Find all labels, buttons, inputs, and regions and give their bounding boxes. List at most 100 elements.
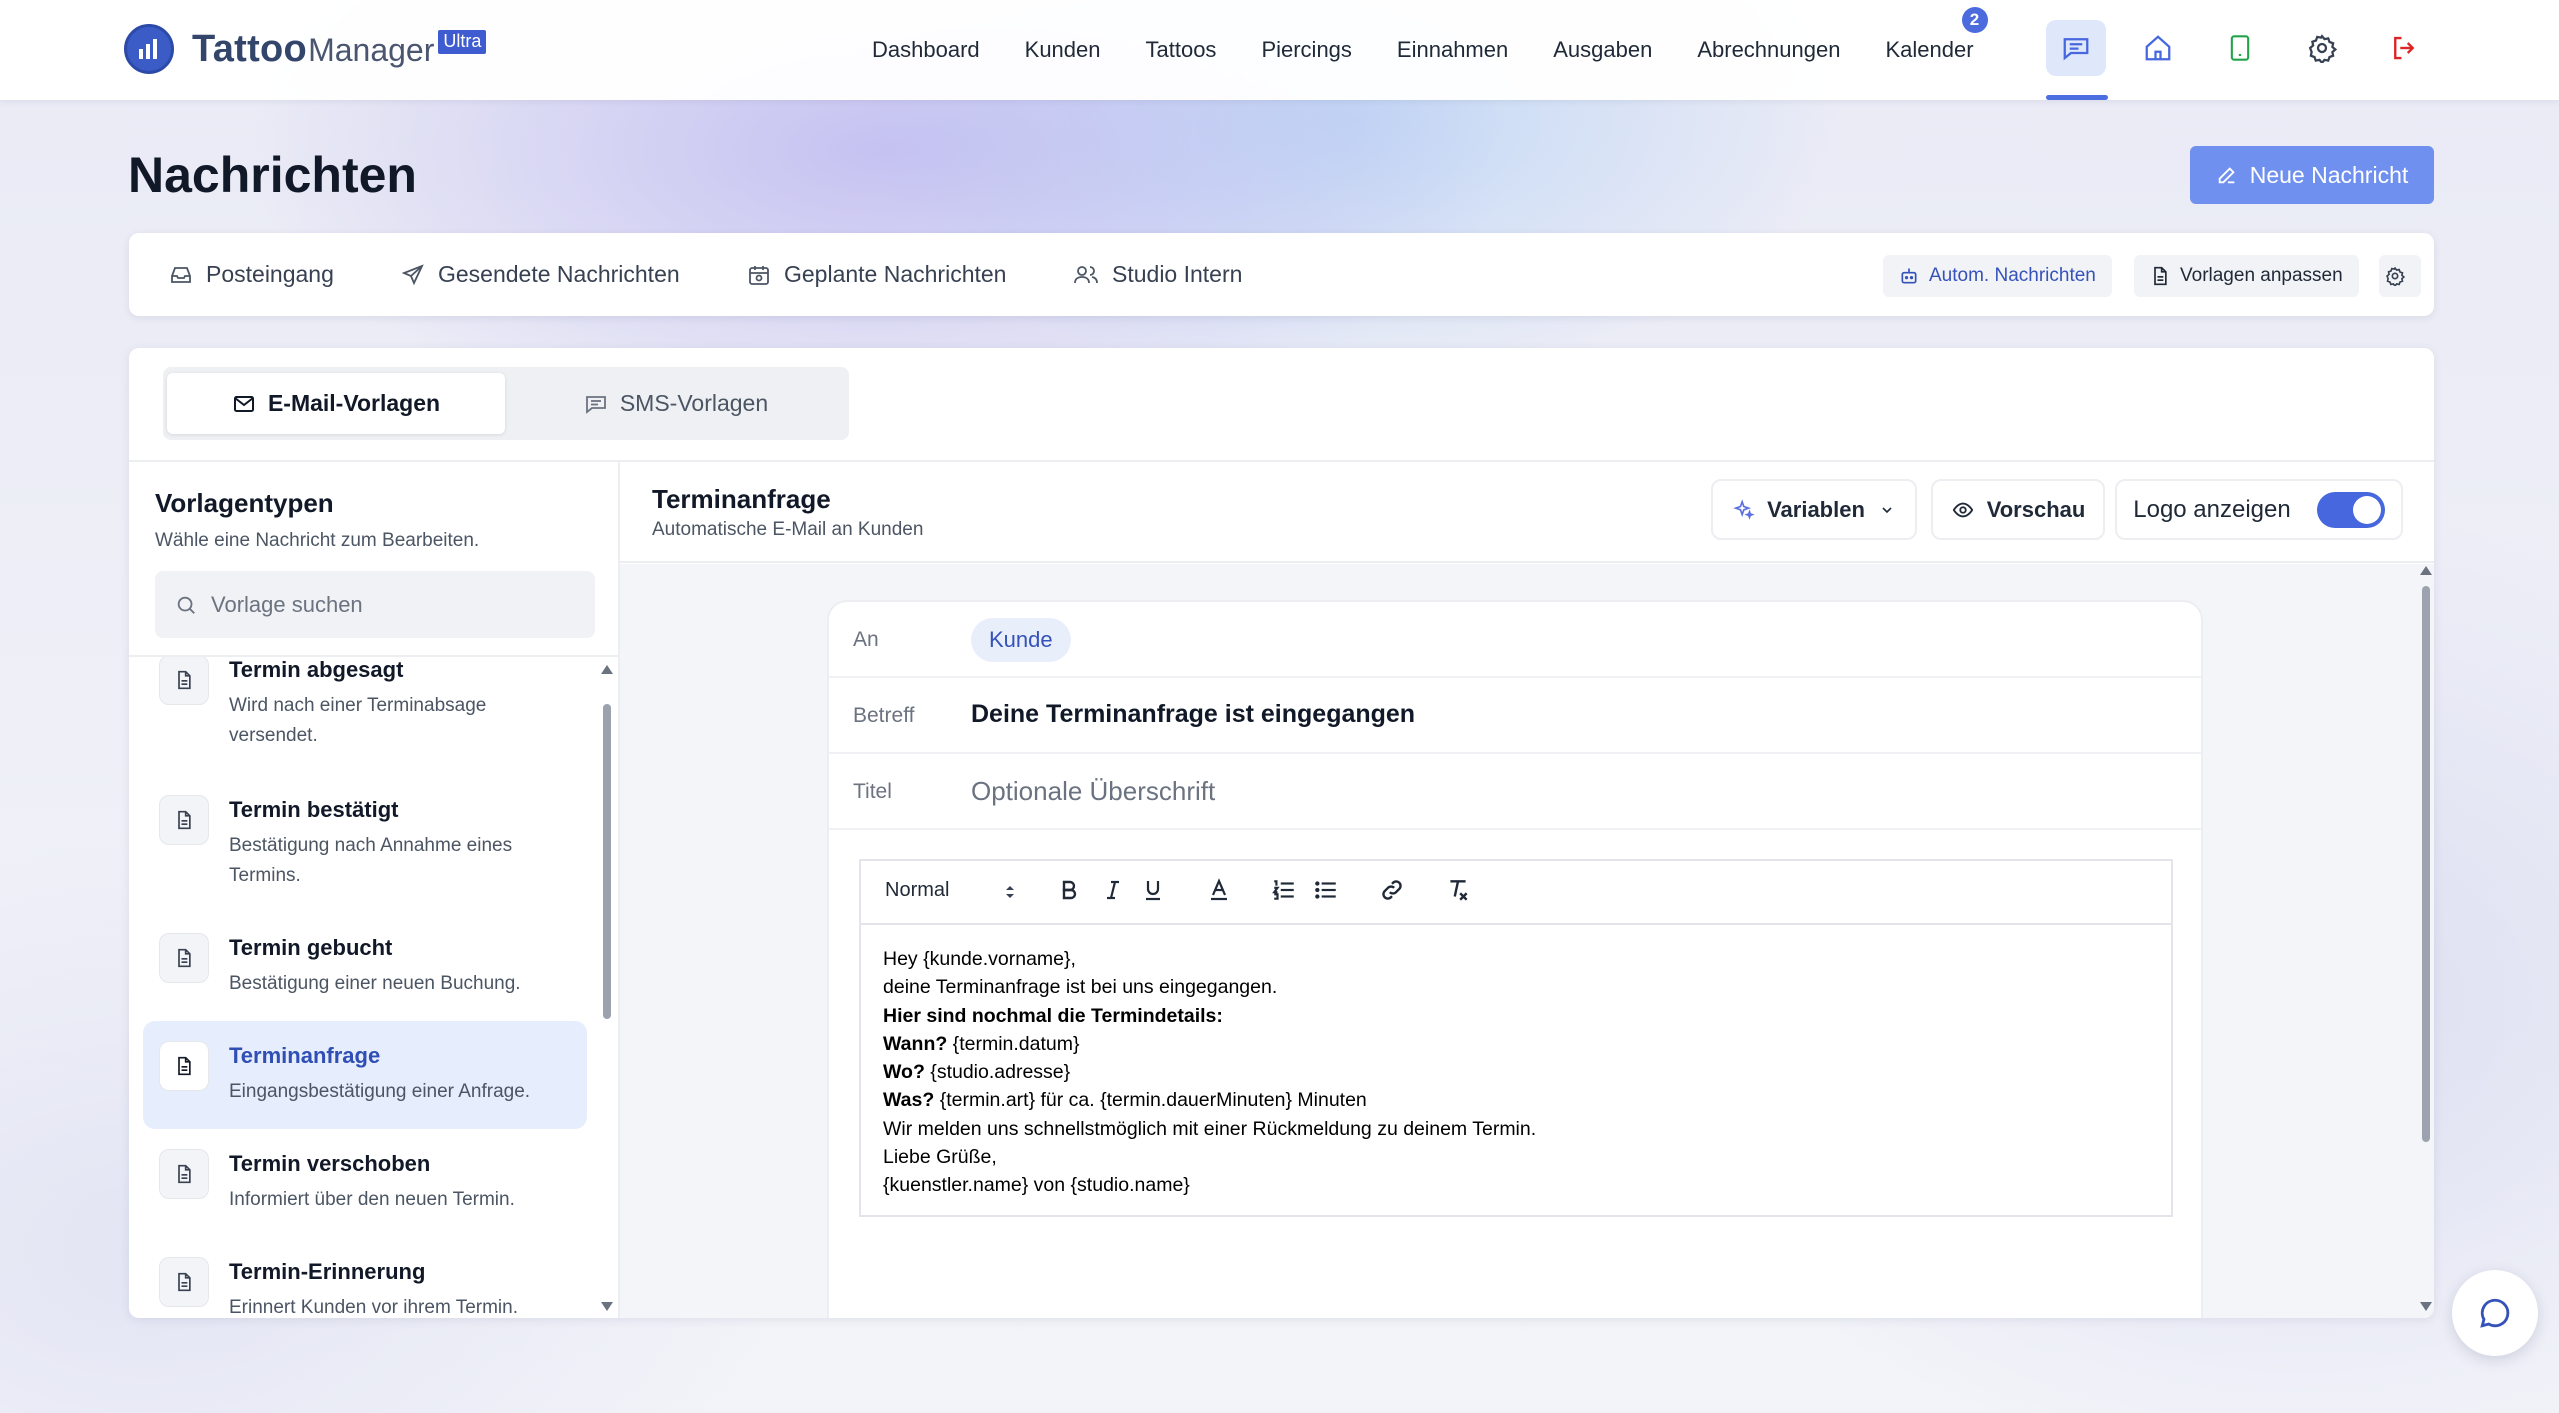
gear-icon[interactable] [2292,20,2352,76]
list-item-termin-gebucht[interactable]: Termin gebucht Bestätigung einer neuen B… [143,913,587,1021]
template-search [155,571,595,638]
send-icon [401,263,424,285]
scroll-up-arrow[interactable] [601,665,613,674]
auto-messages-label: Autom. Nachrichten [1929,265,2096,286]
recipient-row: An Kunde [829,602,2201,678]
nav-tattoos[interactable]: Tattoos [1146,37,1217,63]
logo-text-manager: Manager [308,31,435,68]
users-icon [1074,265,1098,283]
underline-icon[interactable] [1141,877,1165,908]
support-chat-button[interactable] [2452,1270,2538,1356]
list-item-termin-abgesagt[interactable]: Termin abgesagt Wird nach einer Terminab… [143,657,587,775]
calendar-count-badge: 2 [1961,7,1988,33]
format-select[interactable]: Normal [885,879,1014,902]
tab-studio-intern[interactable]: Studio Intern [1073,233,1242,316]
list-item-termin-erinnerung[interactable]: Termin-Erinnerung Erinnert Kunden vor ih… [143,1237,587,1318]
tab-geplante-label: Geplante Nachrichten [784,261,1007,287]
scrollbar-thumb[interactable] [2422,586,2430,1142]
logo-toggle-label: Logo anzeigen [2133,495,2291,523]
when-label: Wann? [883,1032,948,1055]
list-item-terminanfrage[interactable]: Terminanfrage Eingangsbestätigung einer … [143,1021,587,1129]
tab-settings-button[interactable] [2379,255,2421,297]
sms-templates-tab[interactable]: SMS-Vorlagen [507,373,845,434]
chat-bubble-icon [2480,1298,2510,1328]
bold-icon[interactable] [1057,877,1081,908]
tab-posteingang[interactable]: Posteingang [169,233,334,316]
document-icon [159,795,209,845]
email-templates-tab[interactable]: E-Mail-Vorlagen [167,373,505,434]
email-body[interactable]: Hey {kunde.vorname}, deine Terminanfrage… [883,945,1536,1200]
list-item-desc: Eingangsbestätigung einer Anfrage. [229,1081,531,1102]
scroll-down-arrow[interactable] [2420,1302,2432,1311]
logo-toggle-control: Logo anzeigen [2115,479,2403,540]
search-input[interactable] [211,591,571,618]
tab-gesendete[interactable]: Gesendete Nachrichten [401,233,680,316]
preview-label: Vorschau [1986,496,2086,522]
list-scrollbar[interactable] [600,657,614,1318]
editor-toolbar: Normal [861,861,2171,925]
ordered-list-icon[interactable] [1271,877,1297,908]
nav-einnahmen[interactable]: Einnahmen [1397,37,1508,63]
where-value: {studio.adresse} [924,1061,1071,1084]
logo-toggle-switch[interactable] [2316,491,2385,528]
rich-text-editor: Normal Hey {kunde.vorname}, deine Termin… [859,859,2173,1217]
nav-kalender[interactable]: Kalender 2 [1885,7,1988,63]
nav-kalender-label: Kalender [1885,37,1974,62]
tab-geplante[interactable]: Geplante Nachrichten [747,233,1006,316]
document-icon [2154,266,2167,286]
scrollbar-thumb[interactable] [603,704,611,1019]
editor-scrollbar[interactable] [2419,564,2433,1318]
nav-kunden[interactable]: Kunden [1025,37,1101,63]
nav-ausgaben[interactable]: Ausgaben [1553,37,1652,63]
sparkles-icon [1733,498,1755,520]
search-icon [177,596,195,614]
list-item-termin-bestaetigt[interactable]: Termin bestätigt Bestätigung nach Annahm… [143,775,587,913]
active-nav-indicator [2046,95,2108,100]
nav-piercings[interactable]: Piercings [1261,37,1351,63]
list-item-termin-verschoben[interactable]: Termin verschoben Informiert über den ne… [143,1129,587,1237]
nav-icon-group [2046,20,2456,76]
link-icon[interactable] [1379,877,1405,908]
scroll-down-arrow[interactable] [601,1302,613,1311]
recipient-chip[interactable]: Kunde [971,618,1071,662]
customize-templates-button[interactable]: Vorlagen anpassen [2134,255,2359,297]
sidebar-subtitle: Wähle eine Nachricht zum Bearbeiten. [155,530,480,551]
preview-button[interactable]: Vorschau [1931,479,2105,540]
list-item-title: Terminanfrage [229,1043,381,1068]
pencil-icon [2218,167,2235,184]
robot-icon [1901,268,1917,284]
updown-icon [1006,886,1014,898]
mail-icon [233,395,254,412]
nav-dashboard[interactable]: Dashboard [872,37,980,63]
home-icon[interactable] [2128,20,2188,76]
calendar-clock-icon [749,265,769,285]
app-logo[interactable]: Tattoo Manager Ultra [124,24,487,74]
body-line-what: Was? {termin.art} für ca. {termin.dauerM… [883,1086,1536,1114]
document-icon [159,1257,209,1307]
scroll-up-arrow[interactable] [2420,566,2432,575]
new-message-label: Neue Nachricht [2249,161,2409,188]
what-label: Was? [883,1089,935,1112]
templates-card: E-Mail-Vorlagen SMS-Vorlagen Vorlagentyp… [129,348,2434,1318]
auto-messages-button[interactable]: Autom. Nachrichten [1883,255,2112,297]
tablet-icon[interactable] [2210,20,2270,76]
italic-icon[interactable] [1101,877,1125,908]
body-line: deine Terminanfrage ist bei uns eingegan… [883,976,1278,999]
title-field[interactable]: Optionale Überschrift [971,776,1215,807]
body-line: Wir melden uns schnellstmöglich mit eine… [883,1117,1537,1140]
variables-dropdown[interactable]: Variablen [1711,479,1917,540]
list-item-title: Termin abgesagt [229,657,404,682]
email-templates-label: E-Mail-Vorlagen [267,390,441,416]
subject-row: Betreff Deine Terminanfrage ist eingegan… [829,678,2201,754]
list-item-title: Termin verschoben [229,1151,431,1176]
subject-field[interactable]: Deine Terminanfrage ist eingegangen [971,700,1415,729]
sms-templates-label: SMS-Vorlagen [619,390,769,416]
nav-abrechnungen[interactable]: Abrechnungen [1697,37,1840,63]
new-message-button[interactable]: Neue Nachricht [2190,146,2434,204]
text-color-icon[interactable] [1207,877,1231,908]
bullet-list-icon[interactable] [1313,877,1339,908]
messages-icon[interactable] [2046,20,2106,76]
logout-icon[interactable] [2374,20,2434,76]
when-value: {termin.datum} [947,1032,1080,1055]
clear-format-icon[interactable] [1445,877,1471,908]
